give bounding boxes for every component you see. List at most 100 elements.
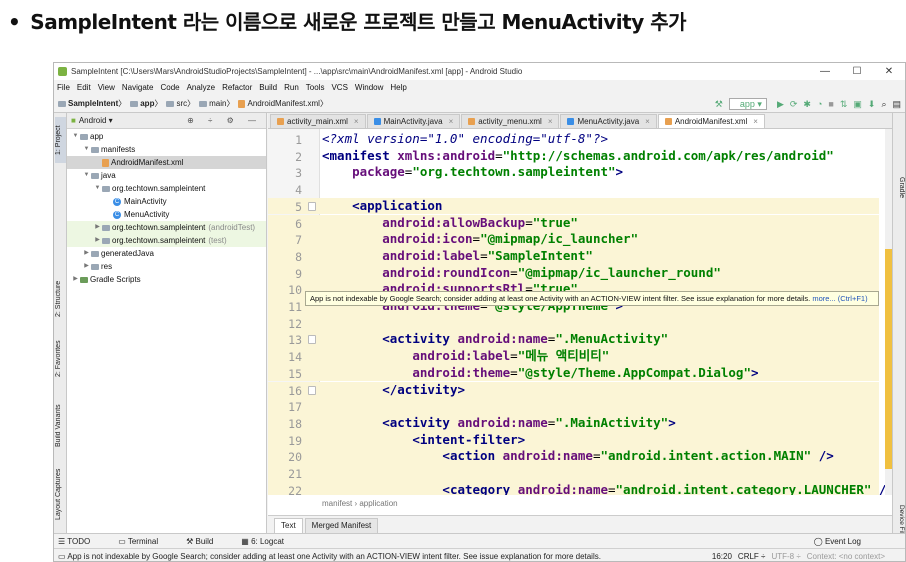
breadcrumb-project[interactable]: SampleIntent 〉	[58, 98, 126, 109]
minimize-button[interactable]: —	[809, 63, 841, 80]
code-line[interactable]: android:roundIcon="@mipmap/ic_launcher_r…	[268, 264, 879, 282]
run-config-select[interactable]: app ▾	[728, 98, 767, 110]
logcat-button[interactable]: ▦ 6: Logcat	[241, 537, 298, 546]
code-line[interactable]: android:label="SampleIntent"	[268, 247, 879, 265]
fold-marker-icon[interactable]	[308, 335, 316, 345]
code-line[interactable]: <activity android:name=".MainActivity">	[268, 414, 879, 432]
code-line[interactable]	[268, 398, 879, 415]
hammer-icon[interactable]: ⚒	[715, 99, 723, 110]
collapsed-arrow-icon[interactable]: ▶	[82, 260, 91, 273]
editor-tab[interactable]: activity_main.xml ×	[270, 114, 366, 128]
tool-tab-structure[interactable]: 2: Structure	[55, 273, 66, 325]
code-line[interactable]	[268, 465, 879, 482]
tool-tab-favorites[interactable]: 2: Favorites	[55, 333, 66, 385]
event-log-button[interactable]: ◯ Event Log	[814, 537, 875, 546]
editor-tab[interactable]: activity_menu.xml ×	[461, 114, 560, 128]
code-area[interactable]: <?xml version="1.0" encoding="utf-8"?> 1 <…	[268, 129, 893, 495]
menu-help[interactable]: Help	[390, 83, 406, 92]
editor-tab[interactable]: MenuActivity.java ×	[560, 114, 657, 128]
tree-node[interactable]: ▶ Gradle Scripts	[67, 273, 266, 286]
close-tab-icon[interactable]: ×	[449, 117, 454, 126]
tree-node[interactable]: AndroidManifest.xml	[67, 156, 266, 169]
tool-tab-build-variants[interactable]: Build Variants	[55, 398, 66, 454]
tool-tab-project[interactable]: 1: Project	[55, 117, 66, 163]
context-indicator[interactable]: Context: <no context>	[807, 552, 885, 561]
collapsed-arrow-icon[interactable]: ▶	[71, 273, 80, 286]
collapsed-arrow-icon[interactable]: ▶	[93, 234, 102, 247]
breadcrumb-main[interactable]: main 〉	[199, 98, 234, 109]
debug-icon[interactable]: ✱	[803, 99, 811, 110]
tree-node[interactable]: ▼ java	[67, 169, 266, 182]
build-button[interactable]: ⚒ Build	[186, 537, 227, 546]
code-line[interactable]: <action android:name="android.intent.act…	[268, 448, 879, 465]
menu-navigate[interactable]: Navigate	[122, 83, 154, 92]
line-separator[interactable]: CRLF ÷	[738, 552, 766, 561]
tree-node[interactable]: ▼ org.techtown.sampleintent	[67, 182, 266, 195]
run-icon[interactable]: ▶	[777, 99, 784, 110]
fold-marker-icon[interactable]	[308, 385, 316, 395]
code-line[interactable]	[268, 314, 879, 332]
menu-run[interactable]: Run	[284, 83, 299, 92]
menu-file[interactable]: File	[57, 83, 70, 92]
code-line[interactable]: <application	[268, 197, 879, 215]
code-line[interactable]: android:theme="@style/Theme.AppCompat.Di…	[268, 364, 879, 382]
profile-icon[interactable]: ◔	[817, 99, 822, 109]
breadcrumb-app[interactable]: app 〉	[130, 98, 162, 109]
maximize-button[interactable]: ☐	[841, 63, 873, 80]
sync-icon[interactable]: ⇅	[840, 99, 848, 110]
menu-code[interactable]: Code	[160, 83, 179, 92]
editor-tab[interactable]: MainActivity.java ×	[366, 114, 461, 128]
tree-node[interactable]: ▼ app	[67, 130, 266, 143]
code-line[interactable]	[268, 181, 879, 198]
tool-tab-gradle[interactable]: Gradle	[894, 177, 905, 207]
search-icon[interactable]: ⌕	[881, 99, 886, 110]
menu-window[interactable]: Window	[355, 83, 383, 92]
code-line[interactable]: </activity>	[268, 381, 879, 399]
apply-changes-icon[interactable]: ⟳	[790, 99, 798, 110]
tooltip-more-link[interactable]: more... (Ctrl+F1)	[812, 294, 867, 303]
tool-tab-layout-captures[interactable]: Layout Captures	[55, 463, 66, 525]
expanded-arrow-icon[interactable]: ▼	[82, 169, 91, 182]
close-tab-icon[interactable]: ×	[548, 117, 553, 126]
collapsed-arrow-icon[interactable]: ▶	[82, 247, 91, 260]
tab-merged-manifest[interactable]: Merged Manifest	[304, 518, 379, 533]
close-tab-icon[interactable]: ×	[645, 117, 650, 126]
code-line[interactable]: android:label="메뉴 액티비티"	[268, 348, 879, 365]
fold-marker-icon[interactable]	[308, 201, 316, 211]
status-message[interactable]: ▭ App is not indexable by Google Search;…	[58, 552, 601, 561]
terminal-button[interactable]: ▭ Terminal	[118, 537, 172, 546]
caret-position[interactable]: 16:20	[712, 552, 732, 561]
tree-node[interactable]: C MenuActivity	[67, 208, 266, 221]
assistant-icon[interactable]: ▤	[892, 99, 901, 110]
expanded-arrow-icon[interactable]: ▼	[71, 130, 80, 143]
code-line[interactable]: package="org.techtown.sampleintent">	[268, 164, 879, 181]
file-encoding[interactable]: UTF-8 ÷	[771, 552, 800, 561]
expanded-arrow-icon[interactable]: ▼	[82, 143, 91, 156]
close-tab-icon[interactable]: ×	[753, 117, 758, 126]
code-line[interactable]: <intent-filter>	[268, 431, 879, 449]
avd-manager-icon[interactable]: ▣	[853, 99, 862, 110]
code-line[interactable]: android:allowBackup="true"	[268, 214, 879, 232]
code-line[interactable]: <category android:name="android.intent.c…	[268, 481, 893, 495]
todo-button[interactable]: ☰ TODO	[58, 537, 104, 546]
menu-vcs[interactable]: VCS	[331, 83, 347, 92]
panel-tools[interactable]: ⊕ ÷ ⚙ —	[187, 113, 262, 129]
sdk-manager-icon[interactable]: ⬇	[868, 99, 876, 110]
tree-node[interactable]: ▶ generatedJava	[67, 247, 266, 260]
xml-breadcrumb[interactable]: manifest › application	[320, 497, 893, 511]
tree-node[interactable]: ▶ res	[67, 260, 266, 273]
collapsed-arrow-icon[interactable]: ▶	[93, 221, 102, 234]
tab-text[interactable]: Text	[274, 518, 303, 533]
menu-tools[interactable]: Tools	[306, 83, 325, 92]
breadcrumb-src[interactable]: src 〉	[166, 98, 195, 109]
editor-tab[interactable]: AndroidManifest.xml ×	[657, 114, 765, 128]
menu-refactor[interactable]: Refactor	[222, 83, 252, 92]
expanded-arrow-icon[interactable]: ▼	[93, 182, 102, 195]
tree-node[interactable]: C MainActivity	[67, 195, 266, 208]
tree-node[interactable]: ▼ manifests	[67, 143, 266, 156]
menu-analyze[interactable]: Analyze	[187, 83, 215, 92]
menu-edit[interactable]: Edit	[77, 83, 91, 92]
tree-node[interactable]: ▶ org.techtown.sampleintent (androidTest)	[67, 221, 266, 234]
project-view-select[interactable]: Android ▾	[79, 116, 113, 125]
close-tab-icon[interactable]: ×	[354, 117, 359, 126]
